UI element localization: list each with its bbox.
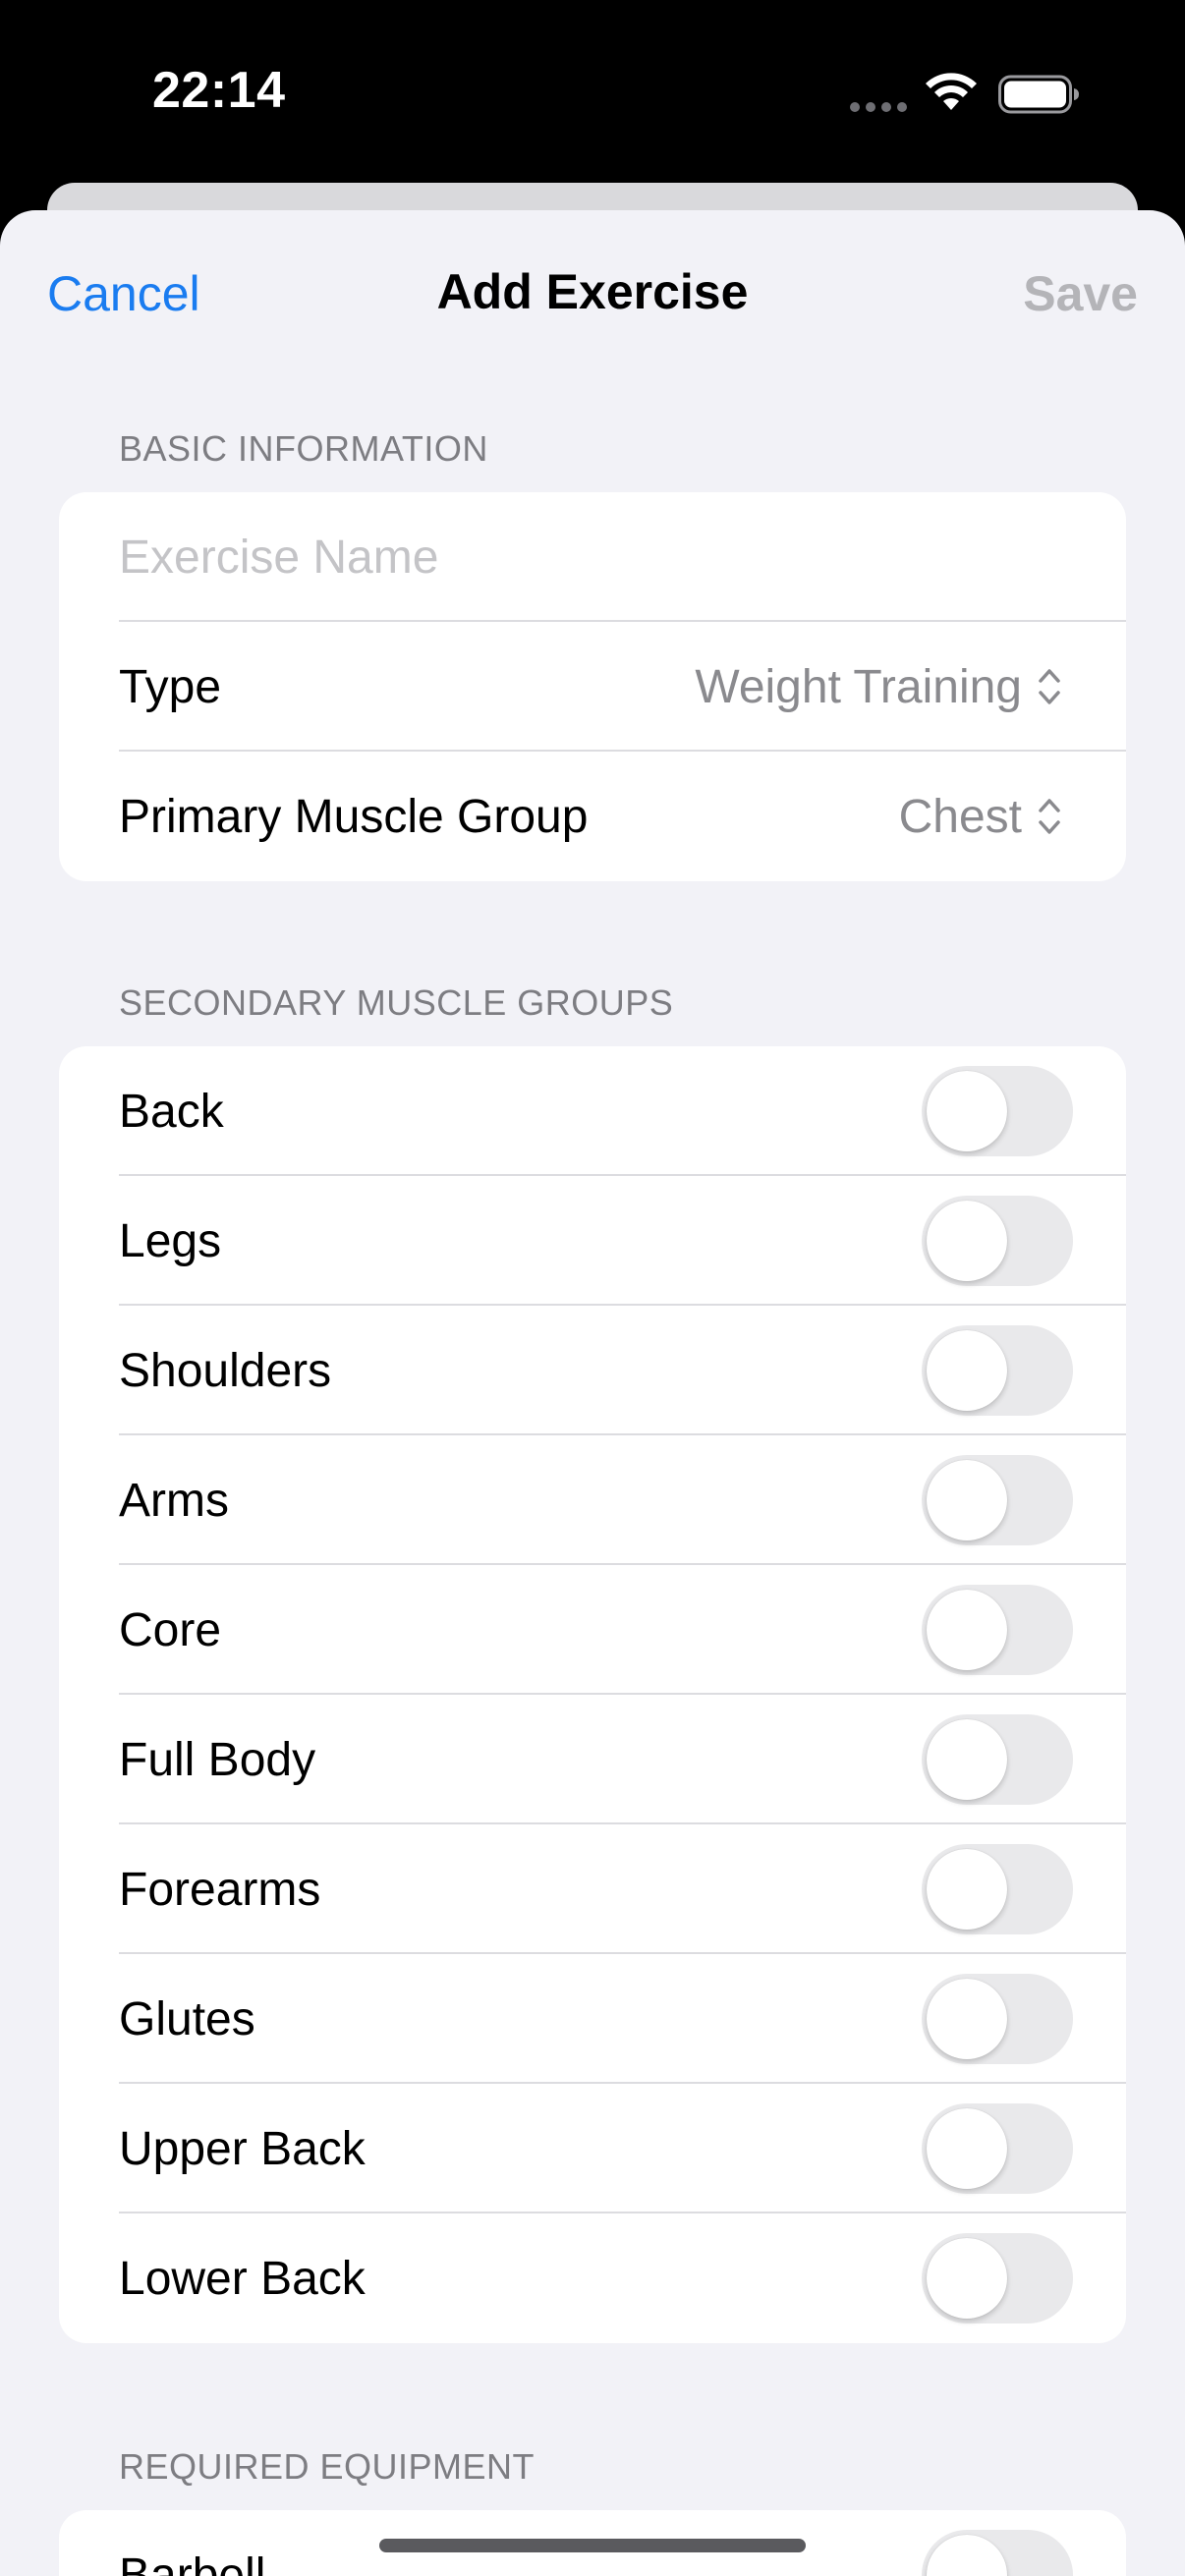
muscle-label: Shoulders <box>119 1344 332 1397</box>
secondary-muscle-row: Forearms <box>59 1824 1126 1954</box>
status-bar: 22:14 <box>0 0 1185 187</box>
toggle-knob <box>927 1330 1007 1411</box>
toggle-knob <box>927 1719 1007 1800</box>
muscle-label: Legs <box>119 1214 222 1267</box>
toggle-knob <box>927 2108 1007 2189</box>
secondary-muscle-row: Back <box>59 1046 1126 1176</box>
navigation-bar: Cancel Add Exercise Save <box>0 210 1185 383</box>
secondary-muscle-row: Full Body <box>59 1695 1126 1824</box>
muscle-label: Arms <box>119 1474 229 1527</box>
home-indicator <box>379 2539 806 2552</box>
primary-muscle-picker-row[interactable]: Primary Muscle Group Chest <box>59 752 1126 881</box>
upper-back-toggle[interactable] <box>922 2103 1073 2194</box>
toggle-knob <box>927 2535 1007 2576</box>
add-exercise-sheet: Cancel Add Exercise Save BASIC INFORMATI… <box>0 210 1185 2576</box>
wifi-icon <box>926 73 977 110</box>
toggle-knob <box>927 1201 1007 1281</box>
required-equipment-header: REQUIRED EQUIPMENT <box>119 2446 536 2487</box>
forearms-toggle[interactable] <box>922 1844 1073 1934</box>
shoulders-toggle[interactable] <box>922 1325 1073 1416</box>
type-picker-row[interactable]: Type Weight Training <box>59 622 1126 752</box>
toggle-knob <box>927 1071 1007 1151</box>
save-button[interactable]: Save <box>1023 265 1138 322</box>
status-time: 22:14 <box>152 62 286 119</box>
page-title: Add Exercise <box>436 264 749 319</box>
secondary-muscle-row: Legs <box>59 1176 1126 1306</box>
secondary-muscle-row: Lower Back <box>59 2213 1126 2343</box>
muscle-label: Glutes <box>119 1992 255 2045</box>
type-picker[interactable]: Weight Training <box>695 660 1063 714</box>
chevron-up-down-icon <box>1039 799 1060 834</box>
primary-muscle-label: Primary Muscle Group <box>119 790 589 843</box>
primary-muscle-value: Chest <box>898 790 1022 843</box>
back-toggle[interactable] <box>922 1066 1073 1156</box>
exercise-name-placeholder[interactable]: Exercise Name <box>119 531 438 585</box>
muscle-label: Lower Back <box>119 2252 366 2305</box>
secondary-muscle-row: Glutes <box>59 1954 1126 2084</box>
core-toggle[interactable] <box>922 1585 1073 1675</box>
primary-muscle-picker[interactable]: Chest <box>899 790 1063 844</box>
muscle-label: Upper Back <box>119 2122 366 2175</box>
basic-information-header: BASIC INFORMATION <box>119 428 488 469</box>
battery-icon <box>998 75 1079 114</box>
secondary-muscle-groups-group: Back Legs Shoulders Arms Core Full Body <box>59 1046 1126 2343</box>
type-value: Weight Training <box>695 660 1022 713</box>
muscle-label: Full Body <box>119 1733 316 1786</box>
muscle-label: Forearms <box>119 1863 321 1916</box>
toggle-knob <box>927 1849 1007 1930</box>
toggle-knob <box>927 1979 1007 2059</box>
secondary-muscle-row: Core <box>59 1565 1126 1695</box>
muscle-label: Core <box>119 1603 222 1656</box>
secondary-muscle-groups-header: SECONDARY MUSCLE GROUPS <box>119 982 674 1023</box>
arms-toggle[interactable] <box>922 1455 1073 1545</box>
legs-toggle[interactable] <box>922 1196 1073 1286</box>
toggle-knob <box>927 2238 1007 2319</box>
secondary-muscle-row: Upper Back <box>59 2084 1126 2213</box>
secondary-muscle-row: Arms <box>59 1435 1126 1565</box>
basic-information-group: Exercise Name Type Weight Training Prima… <box>59 492 1126 881</box>
type-label: Type <box>119 660 222 713</box>
full-body-toggle[interactable] <box>922 1714 1073 1805</box>
toggle-knob <box>927 1590 1007 1670</box>
toggle-knob <box>927 1460 1007 1540</box>
cellular-signal-icon <box>850 102 907 112</box>
lower-back-toggle[interactable] <box>922 2233 1073 2324</box>
muscle-label: Back <box>119 1085 224 1138</box>
barbell-toggle[interactable] <box>922 2530 1073 2576</box>
exercise-name-field[interactable]: Exercise Name <box>59 492 1126 622</box>
equipment-label: Barbell <box>119 2548 266 2576</box>
chevron-up-down-icon <box>1039 669 1060 704</box>
secondary-muscle-row: Shoulders <box>59 1306 1126 1435</box>
glutes-toggle[interactable] <box>922 1974 1073 2064</box>
